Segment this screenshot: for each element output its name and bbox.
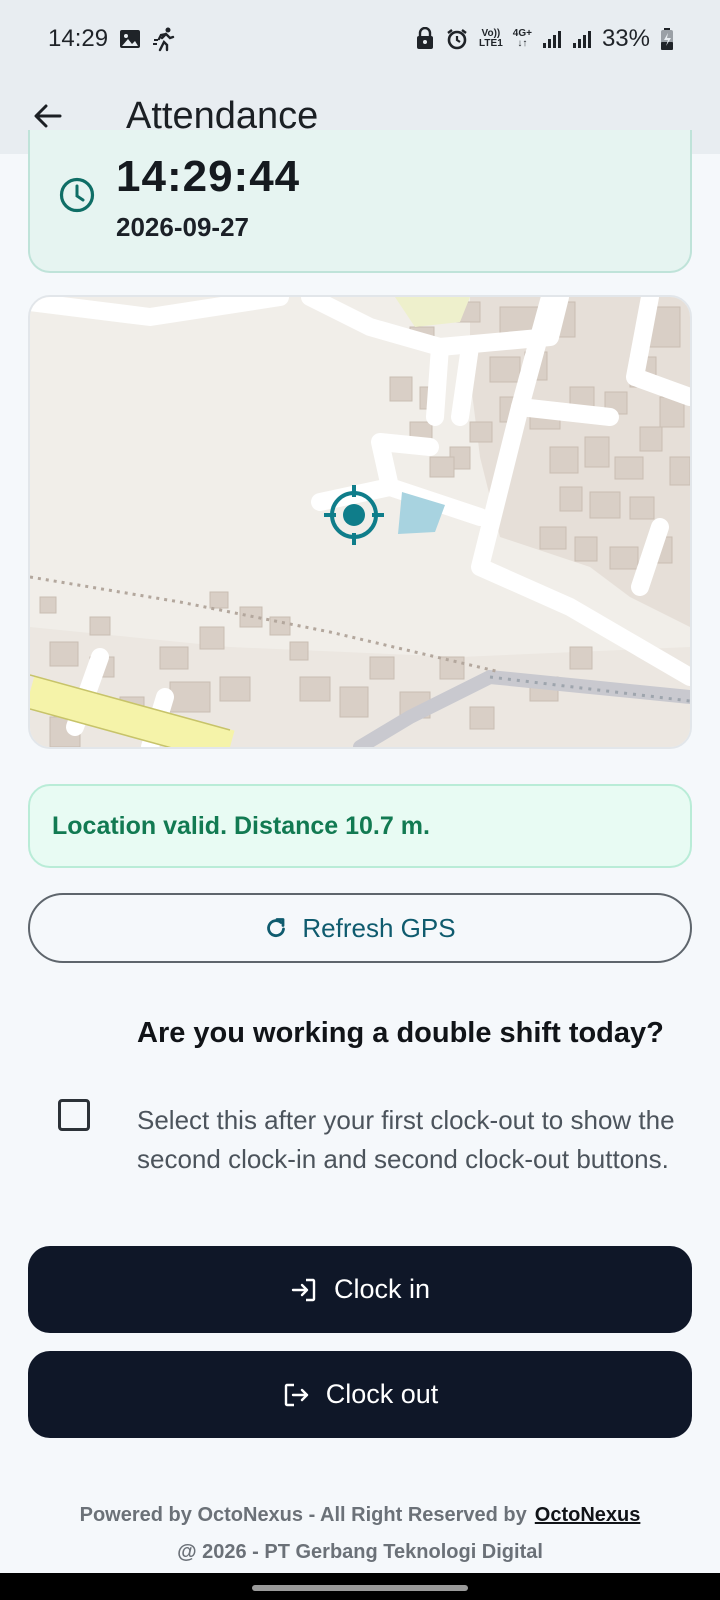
- double-shift-title: Are you working a double shift today?: [137, 1017, 664, 1049]
- data-arrows: ↓↑: [517, 38, 528, 49]
- footer-line-2: @ 2026 - PT Gerbang Teknologi Digital: [177, 1541, 543, 1563]
- battery-icon: [660, 27, 674, 51]
- footer-powered-text: Powered by OctoNexus - All Right Reserve…: [79, 1504, 527, 1526]
- battery-percent: 33%: [601, 25, 650, 52]
- logout-icon: [284, 1383, 308, 1406]
- refresh-gps-button[interactable]: Refresh GPS: [28, 893, 692, 963]
- refresh-icon: [267, 918, 286, 938]
- double-shift-description: Select this after your first clock-out t…: [137, 1105, 675, 1174]
- volte-label-bottom: LTE1: [479, 38, 503, 49]
- signal-icon: [542, 29, 562, 49]
- current-time: 14:29:44: [116, 152, 301, 201]
- footer: Powered by OctoNexus - All Right Reserve…: [0, 1497, 720, 1571]
- alarm-icon: [445, 27, 469, 51]
- volte-icon: Vo)) LTE1: [479, 29, 503, 49]
- status-bar: 14:29 Vo)) LTE1 4G+ ↓↑ 33%: [0, 0, 720, 78]
- arrow-left-icon: [34, 104, 62, 128]
- lock-icon: [415, 27, 435, 51]
- current-date: 2026-09-27: [116, 212, 249, 242]
- activity-icon: [152, 26, 178, 52]
- gesture-handle[interactable]: [252, 1585, 468, 1591]
- clock-icon: [59, 177, 95, 213]
- system-nav-bar: [0, 1573, 720, 1600]
- network-icon: 4G+ ↓↑: [513, 29, 532, 49]
- refresh-gps-label: Refresh GPS: [302, 912, 456, 943]
- clock-in-button[interactable]: Clock in: [28, 1246, 692, 1333]
- clock-out-label: Clock out: [325, 1379, 439, 1409]
- clock-out-button[interactable]: Clock out: [28, 1351, 692, 1438]
- gallery-icon: [118, 27, 142, 51]
- signal-icon: [572, 29, 592, 49]
- location-status-text: Location valid. Distance 10.7 m.: [52, 811, 430, 840]
- clock-card: 14:29:44 2026-09-27: [28, 130, 692, 273]
- location-status-banner: Location valid. Distance 10.7 m.: [28, 784, 692, 868]
- status-bar-right: Vo)) LTE1 4G+ ↓↑ 33%: [415, 25, 674, 53]
- status-time: 14:29: [48, 25, 109, 52]
- clock-in-label: Clock in: [333, 1274, 431, 1304]
- login-icon: [291, 1278, 316, 1301]
- status-bar-left: 14:29: [48, 25, 178, 53]
- double-shift-checkbox[interactable]: [58, 1099, 90, 1131]
- location-map[interactable]: [28, 295, 692, 749]
- footer-line-1: Powered by OctoNexus - All Right Reserve…: [0, 1497, 720, 1534]
- footer-brand-link[interactable]: OctoNexus: [535, 1504, 641, 1526]
